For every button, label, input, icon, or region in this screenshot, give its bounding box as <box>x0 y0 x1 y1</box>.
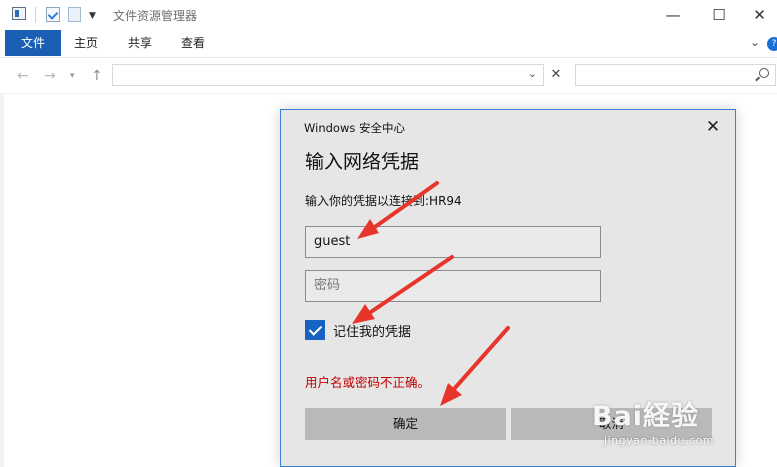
error-message: 用户名或密码不正确。 <box>305 375 431 390</box>
ok-button-label: 确定 <box>392 416 418 431</box>
new-folder-icon[interactable] <box>68 7 81 22</box>
tab-view[interactable]: 查看 <box>170 30 216 56</box>
up-arrow-icon[interactable]: ↑ <box>91 68 103 84</box>
watermark-url: jingyan.baidu.com <box>604 434 715 447</box>
dialog-source: Windows 安全中心 <box>304 121 405 135</box>
dialog-prompt: 输入你的凭据以连接到:HR94 <box>305 194 462 208</box>
password-field[interactable]: 密码 <box>305 270 601 302</box>
navigation-bar: ← → ▾ ↑ ⌄ ✕ <box>0 57 777 93</box>
toolbar-separator <box>35 7 36 23</box>
remember-checkbox[interactable] <box>305 320 325 340</box>
help-icon[interactable]: ? <box>767 37 777 51</box>
close-window-button[interactable]: ✕ <box>742 0 777 30</box>
remember-label: 记住我的凭据 <box>333 325 412 340</box>
file-explorer-window: ▼ 文件资源管理器 — ☐ ✕ 文件 主页 共享 查看 ⌄ ? ← → ▾ ↑ … <box>0 0 777 467</box>
tab-share[interactable]: 共享 <box>117 30 163 56</box>
properties-icon[interactable] <box>12 7 26 20</box>
tab-file[interactable]: 文件 <box>5 30 61 56</box>
username-value: guest <box>314 234 351 249</box>
ribbon-tabs: 文件 主页 共享 查看 ⌄ ? <box>0 30 777 57</box>
forward-arrow-icon[interactable]: → <box>44 68 56 84</box>
username-field[interactable]: guest <box>305 226 601 258</box>
tab-home[interactable]: 主页 <box>63 30 109 56</box>
address-dropdown-icon[interactable]: ⌄ <box>528 67 537 80</box>
maximize-button[interactable]: ☐ <box>696 0 742 30</box>
dialog-title: 输入网络凭据 <box>305 151 420 173</box>
dialog-close-icon[interactable]: ✕ <box>699 116 727 138</box>
title-bar: ▼ 文件资源管理器 — ☐ ✕ <box>0 0 777 30</box>
navigation-pane-edge <box>0 94 4 467</box>
ribbon-expand-icon[interactable]: ⌄ <box>750 35 760 49</box>
clear-address-icon[interactable]: ✕ <box>547 64 565 86</box>
watermark-logo: Bai経验 <box>592 401 700 432</box>
minimize-button[interactable]: — <box>650 0 696 30</box>
recent-locations-icon[interactable]: ▾ <box>70 71 75 81</box>
search-input[interactable] <box>575 64 776 86</box>
search-icon[interactable] <box>759 68 769 78</box>
address-bar[interactable]: ⌄ <box>112 64 544 86</box>
quick-access-dropdown-icon[interactable]: ▼ <box>89 11 96 27</box>
window-title: 文件资源管理器 <box>113 9 198 23</box>
ok-button[interactable]: 确定 <box>305 408 506 440</box>
back-arrow-icon[interactable]: ← <box>17 68 29 84</box>
baidu-watermark: Bai経验 jingyan.baidu.com <box>592 388 774 464</box>
password-placeholder: 密码 <box>314 278 341 293</box>
checkmark-doc-icon[interactable] <box>46 7 60 22</box>
